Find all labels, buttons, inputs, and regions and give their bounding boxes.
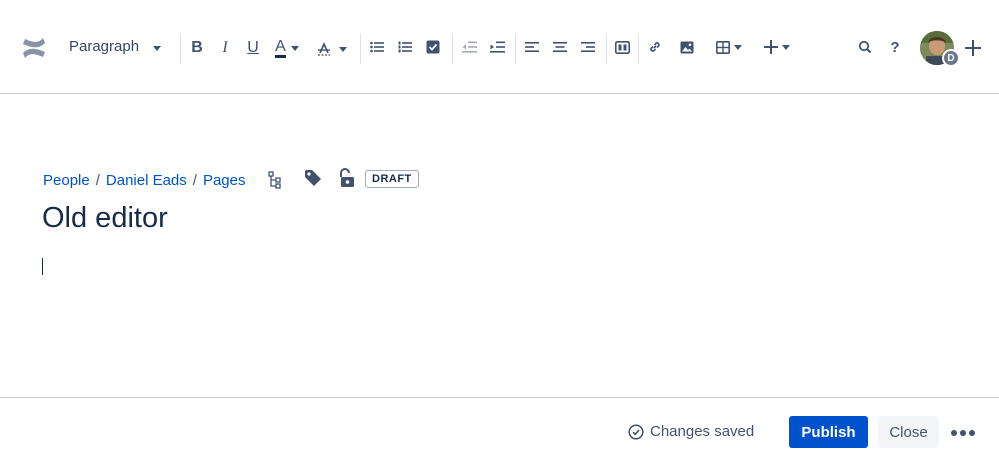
publish-button[interactable]: Publish	[789, 416, 868, 448]
align-left-button[interactable]	[524, 39, 540, 55]
outdent-button[interactable]	[460, 39, 478, 55]
bold-icon: B	[191, 39, 203, 56]
toolbar-separator	[452, 34, 453, 64]
insert-more-button[interactable]	[762, 38, 792, 56]
italic-icon: I	[222, 39, 228, 56]
align-center-button[interactable]	[552, 39, 568, 55]
align-right-icon	[581, 42, 595, 52]
page-tree-icon[interactable]	[268, 171, 282, 194]
page-layout-button[interactable]	[614, 39, 631, 55]
outdent-icon	[461, 41, 477, 53]
more-dot	[960, 430, 966, 436]
chevron-down-icon	[782, 44, 790, 50]
insert-image-button[interactable]	[678, 39, 695, 55]
toolbar-separator	[515, 34, 516, 64]
table-icon	[716, 40, 730, 54]
align-left-icon	[525, 42, 539, 52]
add-collaborator-button[interactable]	[964, 39, 982, 57]
save-status-label: Changes saved	[650, 423, 755, 440]
chevron-down-icon	[734, 44, 742, 50]
breadcrumb-link-pages[interactable]: Pages	[203, 172, 246, 189]
toolbar-separator	[360, 34, 361, 64]
breadcrumb-link-people[interactable]: People	[43, 172, 90, 189]
text-color-icon: A	[275, 38, 286, 58]
text-formatting-button[interactable]	[313, 38, 349, 60]
toolbar-separator	[606, 34, 607, 64]
plus-icon	[965, 40, 981, 56]
more-dot	[951, 430, 957, 436]
save-status: Changes saved	[628, 423, 754, 440]
image-icon	[680, 41, 693, 53]
indent-icon	[489, 41, 505, 53]
editor-toolbar: Paragraph B I U A ? D	[0, 0, 999, 94]
help-button[interactable]: ?	[887, 37, 903, 57]
numbered-list-button[interactable]	[397, 39, 413, 55]
link-icon	[649, 42, 660, 52]
toolbar-separator	[638, 34, 639, 64]
find-replace-button[interactable]	[856, 39, 873, 55]
text-cursor	[42, 258, 43, 275]
check-circle-icon	[628, 423, 644, 440]
task-list-button[interactable]	[425, 39, 441, 55]
underline-icon: U	[247, 39, 259, 56]
paragraph-style-label: Paragraph	[69, 38, 140, 55]
draft-status-label: DRAFT	[372, 173, 412, 185]
draft-status-badge: DRAFT	[365, 170, 419, 188]
bold-button[interactable]: B	[188, 38, 206, 58]
breadcrumb: People / Daniel Eads / Pages	[43, 172, 246, 189]
avatar-initial: D	[947, 52, 955, 64]
label-tag-icon[interactable]	[304, 169, 322, 192]
chevron-down-icon	[338, 46, 347, 52]
paragraph-style-dropdown[interactable]: Paragraph	[69, 38, 139, 55]
insert-table-button[interactable]	[715, 39, 743, 55]
confluence-logo-icon[interactable]	[20, 34, 48, 62]
close-button[interactable]: Close	[878, 416, 939, 448]
more-dot	[969, 430, 975, 436]
layout-columns-icon	[615, 40, 630, 54]
help-icon: ?	[890, 38, 900, 56]
indent-button[interactable]	[488, 39, 506, 55]
underline-button[interactable]: U	[244, 38, 262, 58]
plus-icon	[764, 40, 778, 54]
breadcrumb-separator: /	[192, 172, 197, 189]
checkbox-icon	[426, 40, 440, 54]
text-style-icon	[317, 42, 330, 56]
bullet-list-button[interactable]	[369, 39, 385, 55]
page-title[interactable]: Old editor	[42, 202, 168, 235]
chevron-down-icon	[152, 44, 162, 52]
insert-link-button[interactable]	[646, 39, 663, 55]
bullet-list-icon	[370, 41, 384, 53]
chevron-down-icon	[290, 45, 299, 51]
text-color-button[interactable]: A	[271, 37, 303, 59]
align-center-icon	[553, 42, 567, 52]
align-right-button[interactable]	[580, 39, 596, 55]
unlock-icon[interactable]	[337, 168, 355, 193]
numbered-list-icon	[398, 41, 412, 53]
search-icon	[858, 40, 871, 54]
toolbar-separator	[180, 34, 181, 64]
italic-button[interactable]: I	[216, 38, 234, 58]
more-options-button[interactable]	[951, 430, 975, 436]
breadcrumb-link-daniel-eads[interactable]: Daniel Eads	[106, 172, 187, 189]
avatar-initial-badge: D	[942, 49, 960, 67]
breadcrumb-separator: /	[95, 172, 100, 189]
